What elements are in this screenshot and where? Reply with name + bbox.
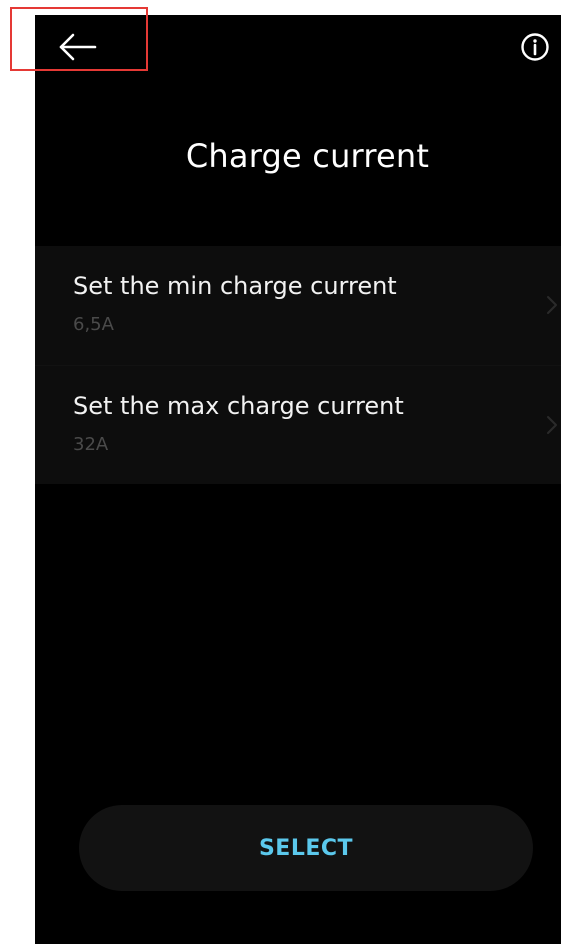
app-screen: Charge current Set the min charge curren… bbox=[35, 15, 561, 944]
max-charge-current-label: Set the max charge current bbox=[73, 392, 404, 420]
back-button[interactable] bbox=[53, 27, 101, 67]
max-charge-current-value: 32A bbox=[73, 434, 109, 455]
settings-list: Set the min charge current 6,5A Set the … bbox=[35, 246, 561, 484]
page-title: Charge current bbox=[185, 137, 430, 175]
chevron-right-icon bbox=[547, 296, 557, 314]
select-button[interactable]: SELECT bbox=[79, 805, 533, 891]
max-charge-current-item[interactable]: Set the max charge current 32A bbox=[35, 365, 561, 484]
min-charge-current-label: Set the min charge current bbox=[73, 272, 397, 300]
info-icon bbox=[521, 33, 549, 61]
min-charge-current-value: 6,5A bbox=[73, 314, 114, 335]
arrow-left-icon bbox=[59, 33, 97, 61]
min-charge-current-item[interactable]: Set the min charge current 6,5A bbox=[35, 246, 561, 365]
info-button[interactable] bbox=[517, 29, 553, 65]
chevron-right-icon bbox=[547, 416, 557, 434]
